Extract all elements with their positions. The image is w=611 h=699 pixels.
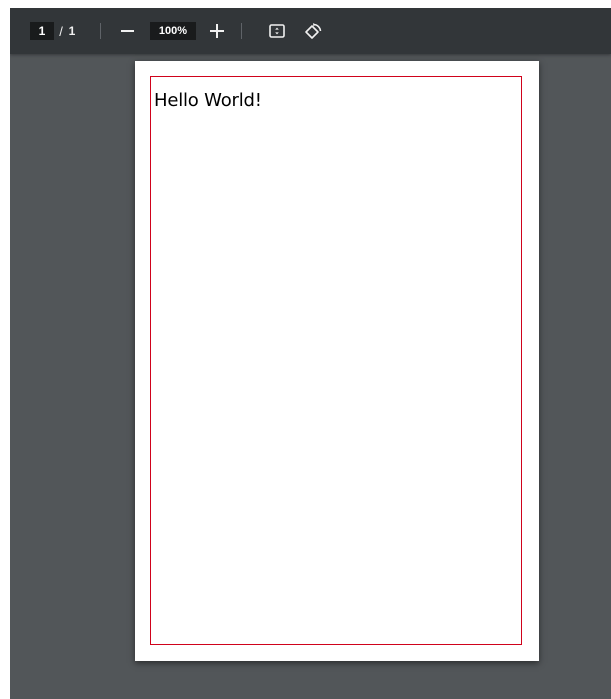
rotate-button[interactable]	[301, 20, 325, 44]
plus-icon	[210, 24, 224, 38]
toolbar-divider	[241, 23, 242, 39]
fit-to-page-icon	[269, 24, 285, 38]
page-number-input[interactable]: 1	[30, 22, 54, 40]
pdf-toolbar: 1 / 1 100%	[10, 8, 611, 54]
zoom-level-input[interactable]: 100%	[150, 22, 196, 40]
zoom-in-button[interactable]	[206, 20, 228, 42]
page-border-frame: Hello World!	[150, 76, 522, 645]
pdf-page: Hello World!	[135, 61, 539, 661]
fit-to-page-button[interactable]	[266, 20, 288, 42]
toolbar-divider	[100, 23, 101, 39]
pdf-viewer: 1 / 1 100% Hello World!	[10, 8, 611, 699]
page-separator: /	[59, 23, 63, 39]
rotate-icon	[305, 23, 322, 39]
page-count: 1	[68, 24, 76, 38]
page-text: Hello World!	[154, 90, 262, 111]
zoom-out-button[interactable]	[116, 20, 138, 42]
